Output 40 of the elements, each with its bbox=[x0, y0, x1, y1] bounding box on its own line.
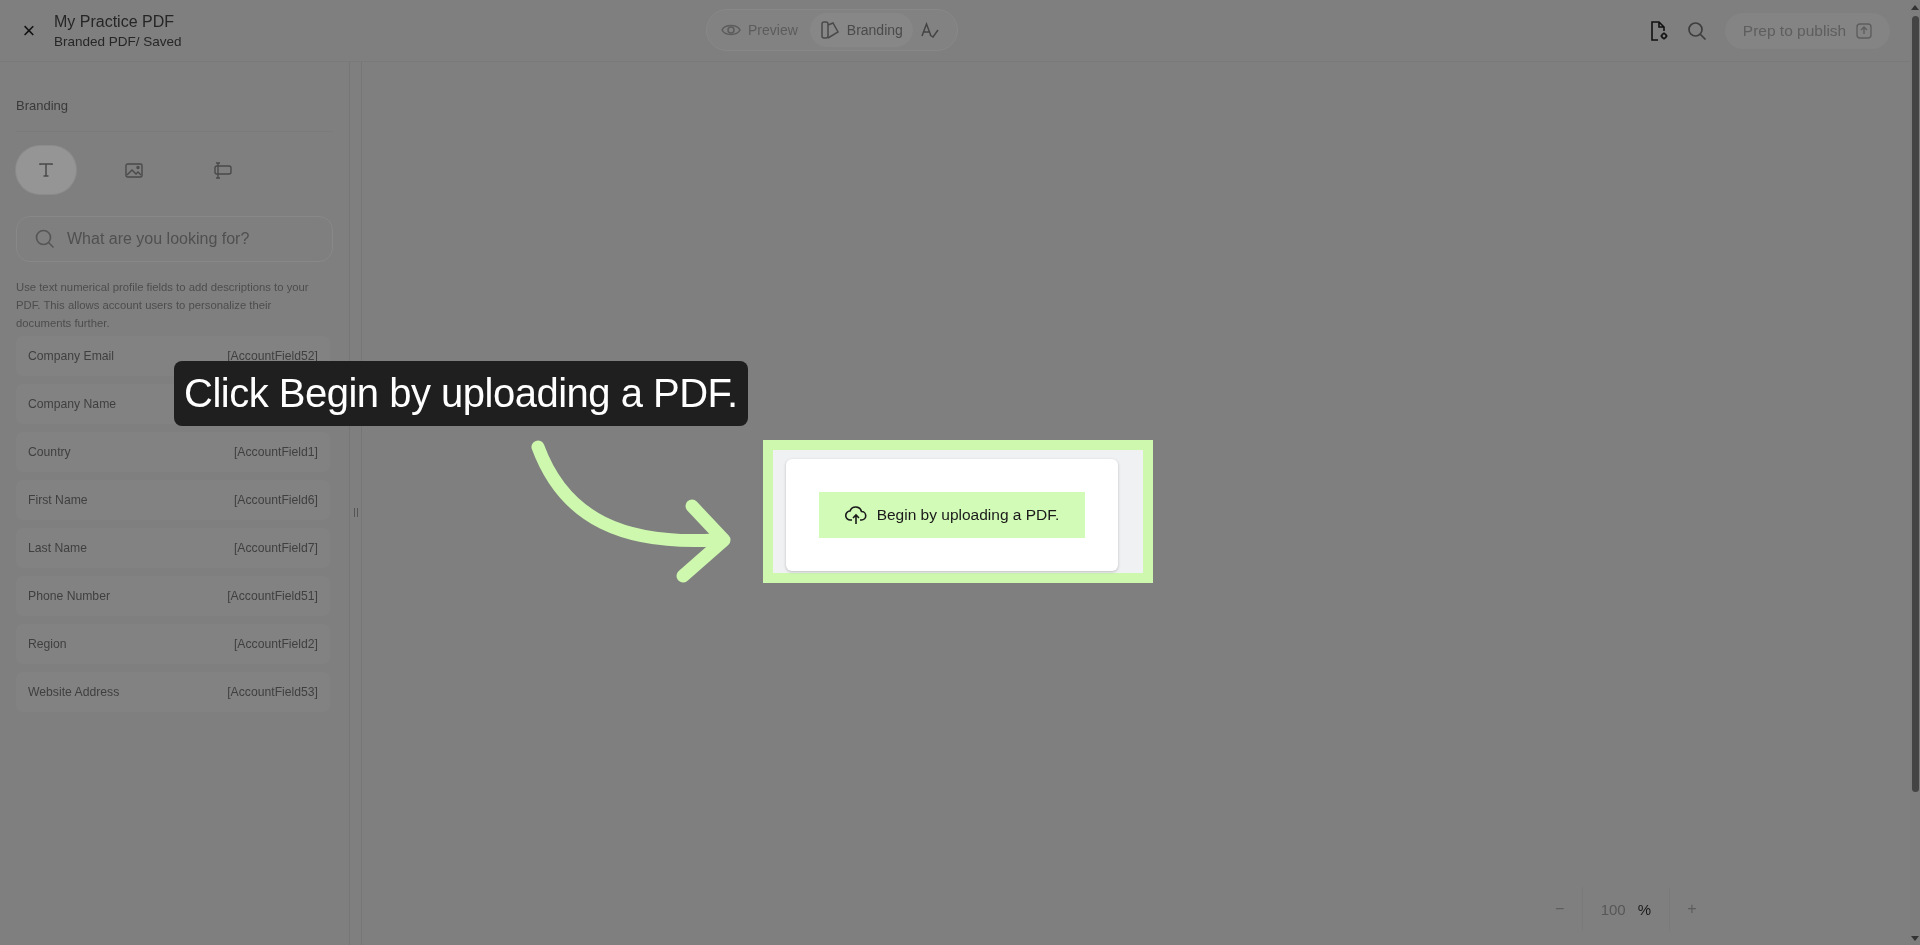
field-token: [AccountField52] bbox=[227, 349, 318, 363]
search-icon[interactable] bbox=[1687, 20, 1707, 41]
cloud-upload-icon bbox=[844, 505, 867, 525]
field-label: Region bbox=[28, 637, 67, 651]
field-label: First Name bbox=[28, 493, 88, 507]
field-token: [AccountField53] bbox=[227, 685, 318, 699]
upload-icon bbox=[1856, 22, 1873, 39]
document-status: Branded PDF/ Saved bbox=[54, 33, 182, 49]
resize-handle-icon[interactable] bbox=[354, 508, 358, 517]
field-label: Phone Number bbox=[28, 589, 110, 603]
eye-icon bbox=[721, 23, 741, 37]
field-token: [AccountField2] bbox=[234, 637, 318, 651]
field-label: Company Name bbox=[28, 397, 117, 411]
upload-button[interactable]: Begin by uploading a PDF. bbox=[819, 492, 1085, 538]
document-settings-icon[interactable] bbox=[1649, 19, 1669, 42]
text-icon bbox=[38, 162, 54, 178]
mode-tab[interactable]: Branding bbox=[809, 13, 913, 47]
document-title: My Practice PDF bbox=[54, 12, 175, 31]
field-token: [AccountField51] bbox=[227, 589, 318, 603]
scrollbar-thumb[interactable] bbox=[1911, 16, 1919, 792]
scroll-up-icon[interactable] bbox=[1911, 5, 1919, 10]
field-token: [AccountField7] bbox=[234, 541, 318, 555]
field-token: [AccountField1] bbox=[234, 445, 318, 459]
field-label: Last Name bbox=[28, 541, 87, 555]
tool-button[interactable] bbox=[16, 146, 76, 194]
search-icon bbox=[35, 229, 55, 249]
field-label: Country bbox=[28, 445, 71, 459]
field-label: Company Email bbox=[28, 349, 115, 363]
zoom-out-button[interactable]: − bbox=[1537, 900, 1582, 918]
guide-tooltip: Click Begin by uploading a PDF. bbox=[174, 361, 748, 426]
zoom-in-button[interactable]: + bbox=[1670, 900, 1714, 918]
panel-heading: Branding bbox=[16, 98, 333, 132]
field-token: [AccountField6] bbox=[234, 493, 318, 507]
text-field-icon bbox=[212, 161, 232, 179]
spellcheck-icon[interactable] bbox=[920, 22, 939, 38]
scroll-down-icon[interactable] bbox=[1911, 936, 1919, 941]
field-label: Website Address bbox=[28, 685, 120, 699]
close-button[interactable]: × bbox=[16, 17, 42, 44]
image-icon bbox=[125, 162, 143, 178]
swatch-icon bbox=[819, 20, 840, 40]
